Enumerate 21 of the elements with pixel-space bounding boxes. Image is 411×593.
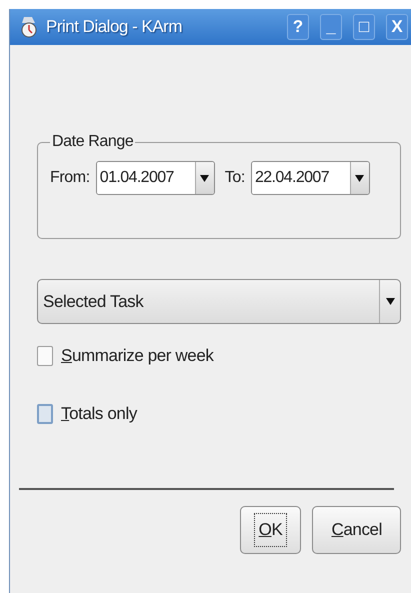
dropdown-arrow-icon xyxy=(386,298,394,305)
dropdown-arrow-icon xyxy=(200,174,210,182)
checkbox[interactable] xyxy=(37,404,53,424)
title-bar-button[interactable]: _ xyxy=(320,14,342,40)
title-bar-button[interactable]: □ xyxy=(353,14,375,40)
title-bar-button[interactable]: ? xyxy=(287,14,309,40)
dropdown-arrow-icon xyxy=(355,174,364,182)
scope-dropdown[interactable]: Selected Task xyxy=(37,279,401,324)
clock-icon xyxy=(20,16,38,38)
to-label: To: xyxy=(224,169,245,187)
to-date-field[interactable]: 22.04.2007 xyxy=(250,161,370,195)
checkbox[interactable] xyxy=(37,346,53,366)
from-date-field[interactable]: 01.04.2007 xyxy=(96,161,215,195)
window-title: Print Dialog - KArm xyxy=(46,17,183,37)
from-label: From: xyxy=(50,169,90,187)
title-bar-button[interactable]: X xyxy=(386,14,408,40)
dialog-button[interactable]: Cancel xyxy=(312,506,401,554)
checkbox-option[interactable]: Summarize per week xyxy=(37,346,401,366)
group-title: Date Range xyxy=(51,133,134,151)
checkbox-option[interactable]: Totals only xyxy=(37,404,401,424)
dialog-button[interactable]: OK xyxy=(240,506,302,554)
